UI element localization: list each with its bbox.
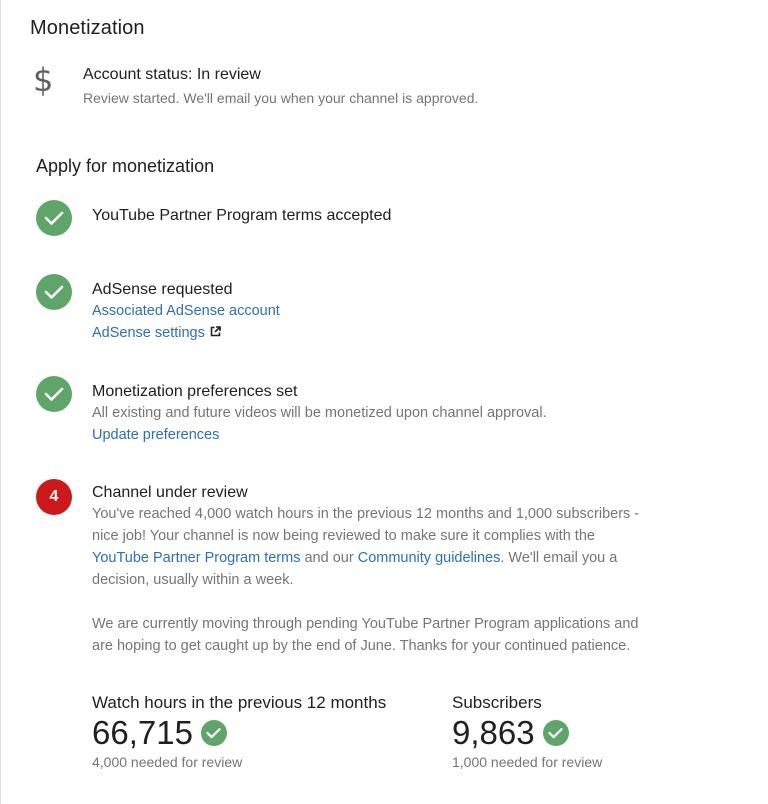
watch-hours-requirement: 4,000 needed for review [92,754,243,770]
subscribers-stat: Subscribers 9,863 1,000 needed for revie… [452,693,602,770]
account-status-title: Account status: In review [83,66,261,83]
associated-adsense-account-link[interactable]: Associated AdSense account [92,300,652,322]
step-title: AdSense requested [92,281,233,298]
adsense-settings-link[interactable]: AdSense settings [92,322,652,344]
check-circle-icon [36,200,72,236]
account-status-subtitle: Review started. We'll email you when you… [83,90,479,106]
adsense-settings-label: AdSense settings [92,325,205,341]
review-text: You've reached 4,000 watch hours in the … [92,506,640,544]
dollar-icon: $ [33,61,54,99]
external-link-icon [210,322,221,344]
page-title: Monetization [30,17,145,39]
step-title: YouTube Partner Program terms accepted [92,207,392,224]
step-description: All existing and future videos will be m… [92,405,547,421]
step-title: Monetization preferences set [92,383,298,400]
step-number-badge: 4 [36,479,72,515]
step-title: Channel under review [92,484,248,501]
monetization-panel: Monetization $ Account status: In review… [0,0,768,804]
review-description: You've reached 4,000 watch hours in the … [92,503,652,591]
apply-section-title: Apply for monetization [36,156,215,176]
review-text: and our [300,550,358,566]
check-circle-icon [36,274,72,310]
watch-hours-label: Watch hours in the previous 12 months [92,693,387,712]
watch-hours-value: 66,715 [92,714,193,751]
update-preferences-link[interactable]: Update preferences [92,424,652,446]
check-circle-icon [200,720,227,746]
check-circle-icon [36,376,72,412]
subscribers-requirement: 1,000 needed for review [452,754,603,770]
partner-program-terms-link[interactable]: YouTube Partner Program terms [92,550,300,566]
review-notice: We are currently moving through pending … [92,616,639,654]
account-status: Account status: In review Review started… [83,66,478,106]
check-circle-icon [542,720,569,746]
watch-hours-stat: Watch hours in the previous 12 months 66… [92,693,386,770]
community-guidelines-link[interactable]: Community guidelines [358,550,501,566]
subscribers-value: 9,863 [452,714,535,751]
subscribers-label: Subscribers [452,693,542,712]
